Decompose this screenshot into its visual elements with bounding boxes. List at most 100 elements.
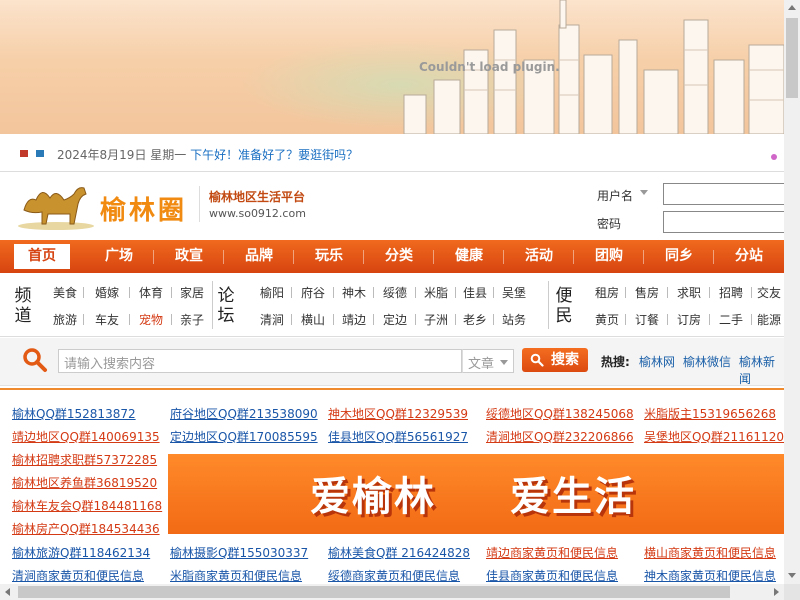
bianmin-link[interactable]: 订餐 [626, 311, 668, 328]
qq-group-link[interactable]: 榆林旅游Q群118462134 [12, 544, 150, 561]
qq-group-link[interactable]: 定边地区QQ群170085595 [170, 428, 318, 445]
qq-group-link[interactable]: 榆林房产QQ群184534436 [12, 520, 160, 537]
bianmin-row-2: 黄页 订餐 订房 二手 能源 [588, 311, 784, 328]
yellow-page-link[interactable]: 横山商家黄页和便民信息 [644, 544, 776, 561]
nav-item-groupbuy[interactable]: 团购 [574, 244, 644, 269]
qq-group-links: 榆林QQ群152813872 府谷地区QQ群213538090 神木地区QQ群1… [0, 388, 784, 584]
qq-group-link[interactable]: 府谷地区QQ群213538090 [170, 405, 318, 422]
channel-link[interactable]: 亲子 [172, 311, 212, 328]
scroll-down-icon[interactable] [788, 573, 796, 578]
search-type-select[interactable]: 文章 [462, 349, 514, 373]
forum-link[interactable]: 子洲 [416, 311, 456, 328]
header-banner: Couldn't load plugin. [0, 0, 784, 134]
scrollbar-corner [784, 584, 800, 600]
date-bar: 2024年8月19日 星期一 下午好！准备好了？要逛街吗？ [0, 134, 784, 172]
nav-item-home[interactable]: 首页 [14, 244, 70, 269]
bianmin-label: 便民 [555, 286, 573, 326]
forum-link[interactable]: 榆阳 [252, 284, 292, 301]
bianmin-link[interactable]: 租房 [588, 284, 626, 301]
channel-link[interactable]: 宠物 [130, 311, 172, 328]
search-icon [530, 353, 544, 367]
forum-link[interactable]: 吴堡 [494, 284, 534, 301]
forum-link[interactable]: 绥德 [374, 284, 416, 301]
qq-group-link[interactable]: 神木地区QQ群12329539 [328, 405, 468, 422]
forum-link[interactable]: 靖边 [334, 311, 374, 328]
nav-item-hometown[interactable]: 同乡 [644, 244, 714, 269]
bianmin-link[interactable]: 求职 [668, 284, 710, 301]
forum-link[interactable]: 府谷 [292, 284, 334, 301]
bianmin-link[interactable]: 售房 [626, 284, 668, 301]
site-logo[interactable]: 榆林圈 [14, 176, 194, 232]
channel-link[interactable]: 家居 [172, 284, 212, 301]
qq-group-link[interactable]: 靖边地区QQ群140069135 [12, 428, 160, 445]
qq-group-link[interactable]: 榆林摄影Q群155030337 [170, 544, 308, 561]
scroll-left-icon[interactable] [5, 588, 10, 596]
nav-item-politics[interactable]: 政宣 [154, 244, 224, 269]
promo-left-text: 爱榆林 [310, 474, 436, 520]
search-input[interactable]: 请输入搜索内容 [58, 349, 462, 373]
forum-link[interactable]: 站务 [494, 311, 534, 328]
home-icon[interactable] [20, 150, 28, 157]
qq-group-link[interactable]: 榆林地区养鱼群36819520 [12, 474, 157, 491]
hot-search-link[interactable]: 榆林网 [639, 353, 675, 370]
channel-link[interactable]: 车友 [84, 311, 130, 328]
chevron-down-icon[interactable] [640, 190, 648, 195]
username-input[interactable] [663, 183, 784, 205]
yellow-page-link[interactable]: 佳县商家黄页和便民信息 [486, 567, 618, 584]
date-greeting: 2024年8月19日 星期一 下午好！准备好了？要逛街吗？ [57, 146, 358, 163]
section-divider [548, 281, 549, 329]
bianmin-link[interactable]: 订房 [668, 311, 710, 328]
yellow-page-link[interactable]: 米脂商家黄页和便民信息 [170, 567, 302, 584]
qq-group-link[interactable]: 榆林招聘求职群57372285 [12, 451, 157, 468]
main-nav: 首页 广场 政宣 品牌 玩乐 分类 健康 活动 团购 同乡 分站 [0, 240, 784, 273]
bianmin-link[interactable]: 黄页 [588, 311, 626, 328]
bianmin-link[interactable]: 交友 [752, 284, 784, 301]
bianmin-link[interactable]: 能源 [752, 311, 784, 328]
forum-link[interactable]: 定边 [374, 311, 416, 328]
nav-item-square[interactable]: 广场 [84, 244, 154, 269]
qq-group-link[interactable]: 榆林车友会Q群184481168 [12, 497, 162, 514]
site-domain: www.so0912.com [209, 207, 306, 220]
forum-link[interactable]: 米脂 [416, 284, 456, 301]
channel-link[interactable]: 美食 [46, 284, 84, 301]
vertical-scrollbar[interactable] [784, 0, 800, 584]
qq-group-link[interactable]: 佳县地区QQ群56561927 [328, 428, 468, 445]
bianmin-link[interactable]: 招聘 [710, 284, 752, 301]
channel-link[interactable]: 旅游 [46, 311, 84, 328]
yellow-page-link[interactable]: 绥德商家黄页和便民信息 [328, 567, 460, 584]
hot-search-link[interactable]: 榆林新闻 [739, 353, 784, 387]
yellow-page-link[interactable]: 靖边商家黄页和便民信息 [486, 544, 618, 561]
yellow-page-link[interactable]: 清涧商家黄页和便民信息 [12, 567, 144, 584]
search-button[interactable]: 搜索 [522, 348, 588, 372]
hot-search-link[interactable]: 榆林微信 [683, 353, 731, 370]
bookmark-icon[interactable] [36, 150, 44, 157]
forum-link[interactable]: 清涧 [252, 311, 292, 328]
bianmin-link[interactable]: 二手 [710, 311, 752, 328]
promo-banner[interactable]: 爱榆林 爱生活 [168, 454, 784, 534]
horizontal-scrollbar[interactable] [0, 584, 784, 600]
qq-group-link[interactable]: 榆林QQ群152813872 [12, 405, 136, 422]
qq-group-link[interactable]: 米脂版主15319656268 [644, 405, 776, 422]
qq-group-link[interactable]: 吴堡地区QQ群211611207 [644, 428, 784, 445]
channel-link[interactable]: 体育 [130, 284, 172, 301]
nav-item-activity[interactable]: 活动 [504, 244, 574, 269]
nav-item-substation[interactable]: 分站 [714, 244, 784, 269]
password-input[interactable] [663, 211, 784, 233]
horizontal-scroll-thumb[interactable] [18, 586, 730, 598]
scroll-up-icon[interactable] [788, 5, 796, 10]
qq-group-link[interactable]: 绥德地区QQ群138245068 [486, 405, 634, 422]
channel-link[interactable]: 婚嫁 [84, 284, 130, 301]
forum-link[interactable]: 佳县 [456, 284, 494, 301]
forum-link[interactable]: 老乡 [456, 311, 494, 328]
forum-link[interactable]: 神木 [334, 284, 374, 301]
vertical-scroll-thumb[interactable] [786, 18, 798, 98]
scroll-right-icon[interactable] [774, 588, 779, 596]
nav-item-health[interactable]: 健康 [434, 244, 504, 269]
forum-link[interactable]: 横山 [292, 311, 334, 328]
nav-item-brand[interactable]: 品牌 [224, 244, 294, 269]
nav-item-classified[interactable]: 分类 [364, 244, 434, 269]
yellow-page-link[interactable]: 神木商家黄页和便民信息 [644, 567, 776, 584]
qq-group-link[interactable]: 清涧地区QQ群232206866 [486, 428, 634, 445]
qq-group-link[interactable]: 榆林美食Q群 216424828 [328, 544, 470, 561]
nav-item-fun[interactable]: 玩乐 [294, 244, 364, 269]
